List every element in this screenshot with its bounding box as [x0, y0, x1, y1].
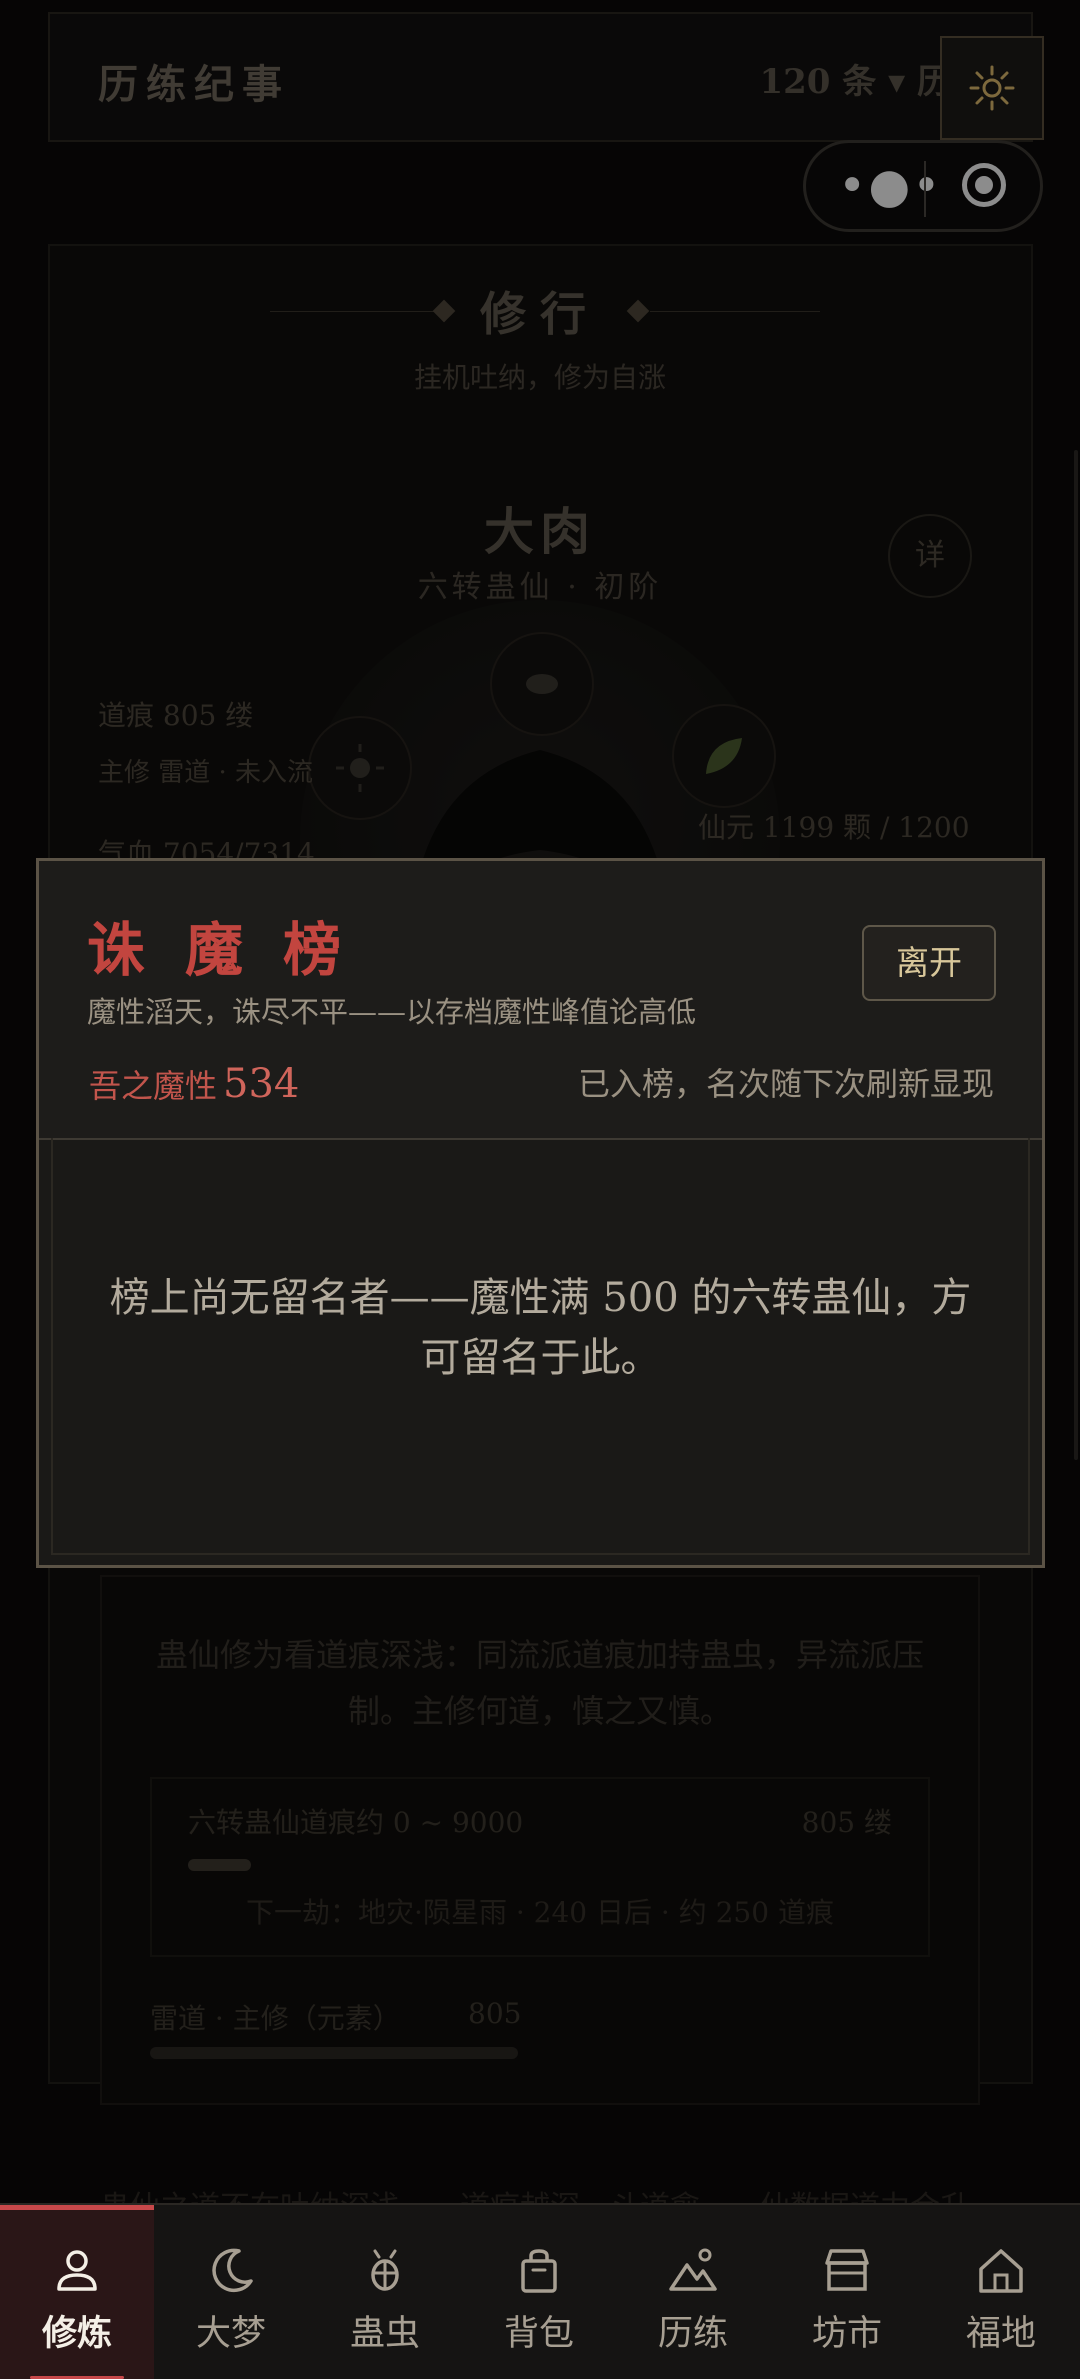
- tab-label: 背包: [503, 2314, 574, 2354]
- bottom-tab-bar: 修炼 大梦 蛊虫 背包 历练 坊市 福地: [0, 2203, 1080, 2379]
- tab-dream[interactable]: 大梦: [154, 2205, 308, 2379]
- shop-icon: [825, 2249, 869, 2291]
- tab-backpack[interactable]: 背包: [462, 2205, 616, 2379]
- leave-button[interactable]: 离开: [862, 925, 996, 1001]
- my-demon-value: 534: [223, 1061, 300, 1107]
- bug-icon: [371, 2249, 399, 2291]
- tab-blessed-land[interactable]: 福地: [924, 2205, 1078, 2379]
- bag-icon: [521, 2249, 557, 2293]
- ranking-list: 榜上尚无留名者——魔性满 500 的六转蛊仙，方可留名于此。: [51, 1138, 1030, 1555]
- tab-adventure[interactable]: 历练: [616, 2205, 770, 2379]
- tab-gu-worm[interactable]: 蛊虫: [308, 2205, 462, 2379]
- my-demon-label: 吾之魔性: [89, 1067, 218, 1105]
- tab-cultivate[interactable]: 修炼: [0, 2205, 154, 2379]
- modal-subtitle: 魔性滔天，诛尽不平——以存档魔性峰值论高低: [87, 995, 697, 1029]
- my-demon-score: 吾之魔性 534: [89, 1061, 299, 1107]
- demon-ranking-modal: 诛魔榜 魔性滔天，诛尽不平——以存档魔性峰值论高低 吾之魔性 534 已入榜，名次…: [36, 858, 1045, 1568]
- home-icon: [979, 2249, 1023, 2293]
- mountain-icon: [669, 2248, 717, 2291]
- tab-label: 历练: [657, 2314, 728, 2354]
- empty-ranking-message: 榜上尚无留名者——魔性满 500 的六转蛊仙，方可留名于此。: [109, 1275, 972, 1381]
- tab-label: 大梦: [195, 2314, 266, 2354]
- rank-status-note: 已入榜，名次随下次刷新显现: [577, 1065, 994, 1103]
- tab-market[interactable]: 坊市: [770, 2205, 924, 2379]
- moon-icon: [212, 2248, 253, 2293]
- person-icon: [57, 2250, 97, 2291]
- modal-header: 诛魔榜 魔性滔天，诛尽不平——以存档魔性峰值论高低 吾之魔性 534 已入榜，名次…: [39, 861, 1042, 1140]
- tab-label: 修炼: [41, 2313, 112, 2354]
- tab-label: 福地: [965, 2314, 1036, 2354]
- tab-label: 蛊虫: [349, 2314, 420, 2354]
- tab-label: 坊市: [811, 2314, 882, 2354]
- modal-title: 诛魔榜: [87, 916, 382, 984]
